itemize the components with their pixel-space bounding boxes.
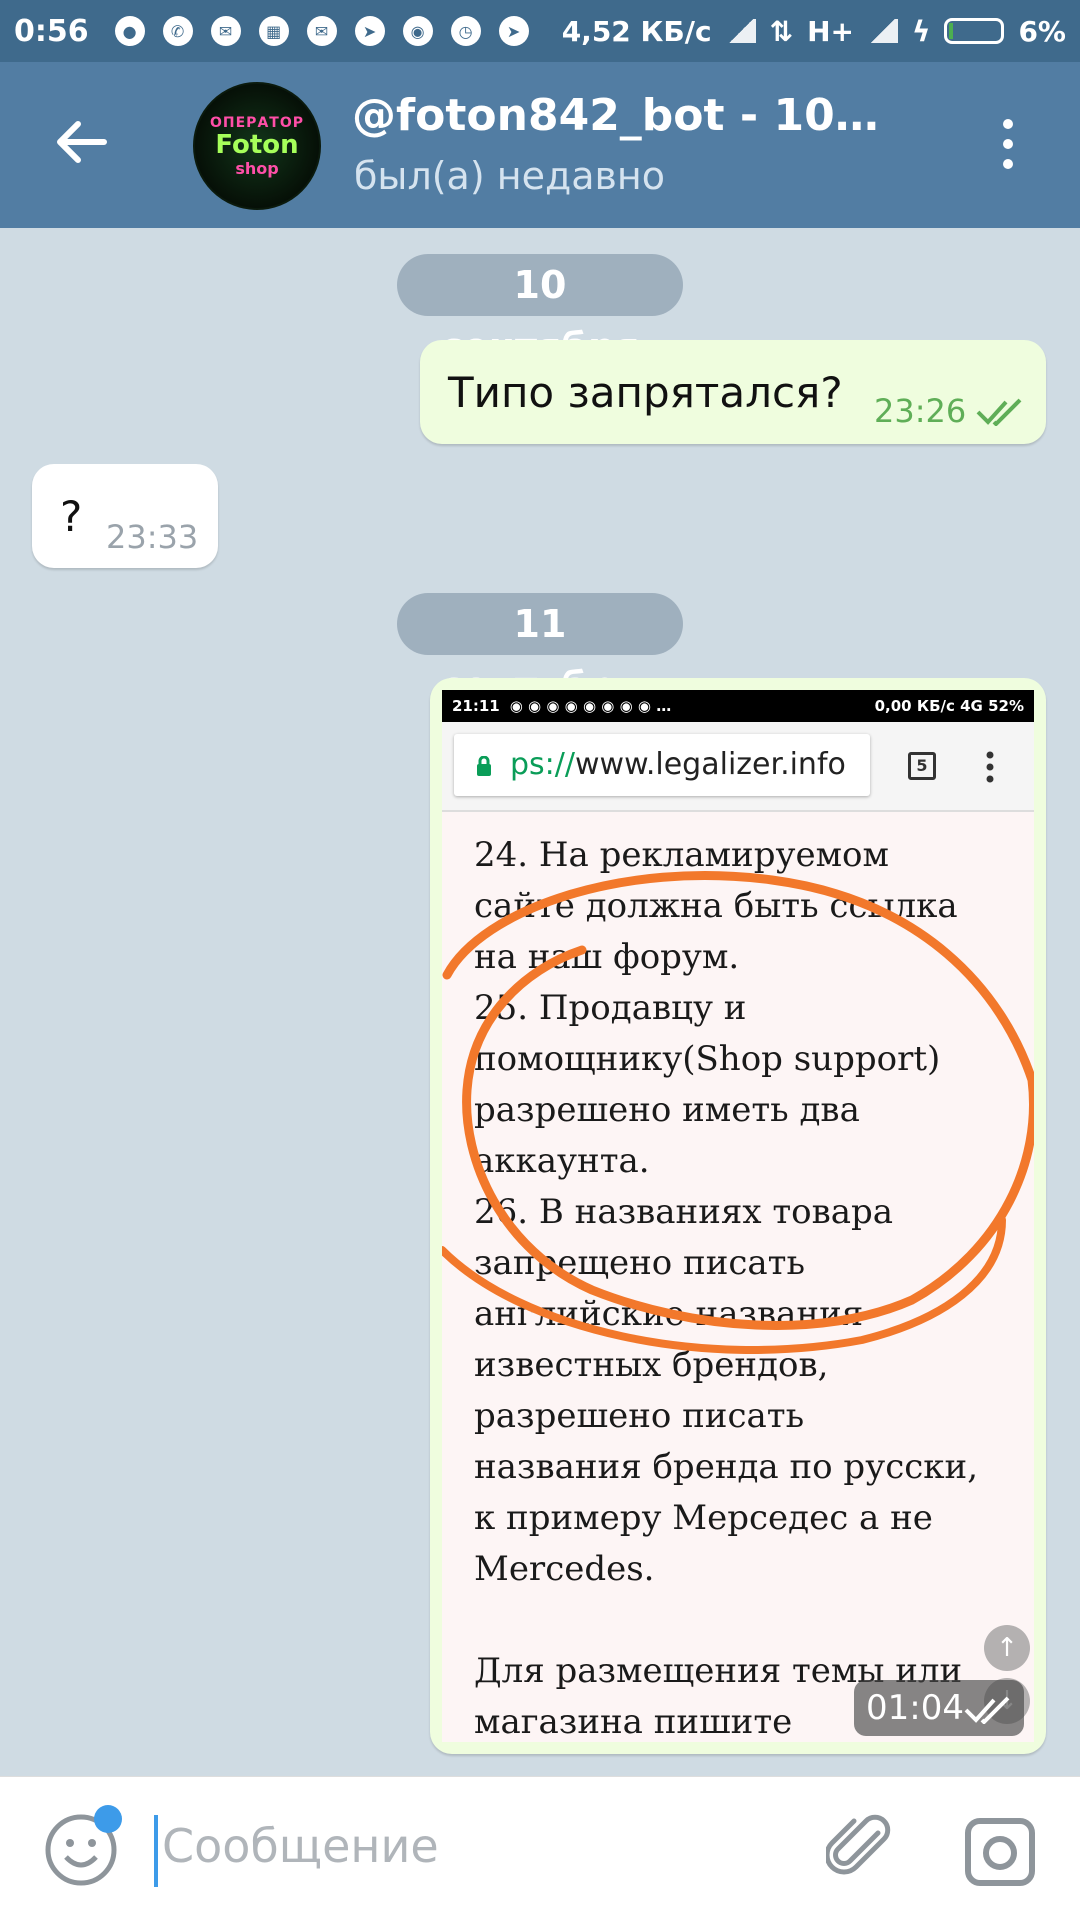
back-arrow-icon[interactable] [52,112,112,172]
notification-icon: ● [114,16,145,46]
battery-icon [944,18,1005,44]
status-bar: 0:56 ● ✆ ✉ ▦ ✉ ➤ ◉ ◷ ➤ 4,52 КБ/с ⇅ H+ ϟ … [0,0,1080,62]
photo-time-badge: 01:04 [854,1680,1024,1736]
clock-icon: ◷ [450,16,481,46]
charging-icon: ϟ [911,14,931,48]
new-stickers-dot [94,1805,122,1833]
read-checkmarks-icon [964,1696,1010,1724]
message-input-bar: Сообщение [0,1776,1080,1921]
data-arrows-icon: ⇅ [769,14,794,48]
chat-title[interactable]: @foton842_bot - 10%… [352,90,912,141]
mail-icon: ✉ [210,16,241,46]
message-time: 23:33 [106,518,199,556]
avatar-label-middle: Foton [215,129,299,160]
network-type: H+ [807,14,854,48]
read-checkmarks-icon [976,398,1022,426]
signal-icon [867,19,898,43]
telegram-icon: ➤ [498,16,529,46]
network-speed: 4,52 КБ/с [561,14,712,48]
date-separator: 11 сентября [397,593,683,708]
message-icon: ✉ [306,16,337,46]
scroll-up-icon: ↑ [984,1625,1030,1671]
date-separator: 10 сентября [397,254,683,369]
chat-header: ОПЕРАТОР Foton shop @foton842_bot - 10%…… [0,62,1080,228]
whatsapp-icon: ✆ [162,16,193,46]
photo-attachment[interactable]: 21:11 ◉ ◉ ◉ ◉ ◉ ◉ ◉ ◉ … 0,00 КБ/с 4G 52%… [442,690,1034,1742]
text-cursor [154,1815,158,1887]
camera-icon[interactable] [964,1817,1036,1887]
message-input[interactable]: Сообщение [162,1819,439,1873]
avatar[interactable]: ОПЕРАТОР Foton shop [193,82,321,210]
chat-status: был(а) недавно [354,154,666,198]
battery-level: 6% [1018,14,1066,48]
orange-circle-annotation [442,871,1034,1354]
attach-icon[interactable] [826,1813,896,1883]
message-time: 01:04 [866,1688,964,1728]
message-time: 23:26 [874,392,967,430]
avatar-label-bottom: shop [235,158,279,178]
incoming-message[interactable]: ? 23:33 [32,464,218,568]
avatar-label-top: ОПЕРАТОР [210,114,304,131]
telegram-icon: ➤ [354,16,385,46]
app-icon: ▦ [258,16,289,46]
status-time: 0:56 [14,13,89,49]
more-options-icon[interactable] [990,114,1026,174]
signal-icon [725,19,756,43]
chrome-icon: ◉ [402,16,433,46]
message-text: Типо запрятался? [448,368,843,417]
message-text: ? [60,492,83,541]
outgoing-message[interactable]: Типо запрятался? 23:26 [420,340,1046,444]
